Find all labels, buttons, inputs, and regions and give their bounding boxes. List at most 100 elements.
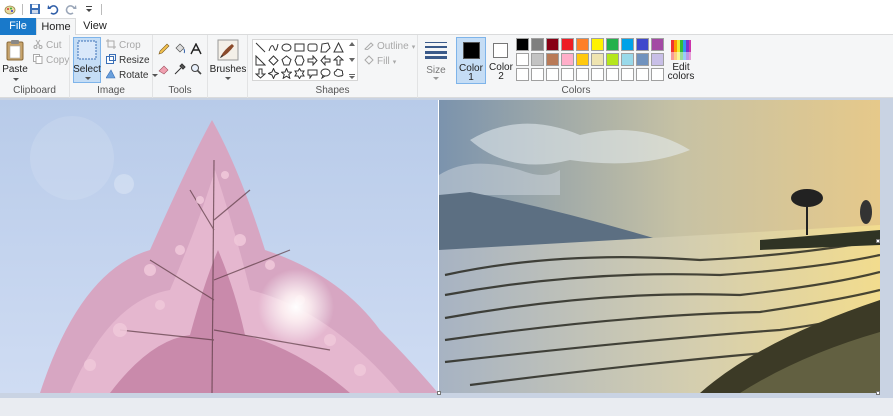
- fill-bucket-icon[interactable]: [174, 43, 186, 55]
- palette-swatch[interactable]: [576, 53, 589, 66]
- brushes-dropdown-icon: [225, 77, 231, 80]
- qat-divider: [22, 3, 23, 15]
- rotate-button[interactable]: Rotate: [105, 69, 159, 82]
- canvas-resize-handle-right[interactable]: [876, 239, 880, 243]
- rounded-rectangle-shape-icon[interactable]: [306, 41, 318, 53]
- brushes-group: Brushes: [208, 35, 248, 98]
- fill-button[interactable]: Fill ▾: [364, 55, 396, 68]
- palette-swatch[interactable]: [516, 53, 529, 66]
- hexagon-shape-icon[interactable]: [293, 54, 305, 66]
- color-palette: [516, 38, 666, 84]
- color1-label-line2: 1: [468, 72, 474, 83]
- palette-swatch[interactable]: [621, 53, 634, 66]
- select-label: Select: [73, 64, 101, 75]
- outline-button[interactable]: Outline ▾: [364, 40, 415, 53]
- four-point-star-shape-icon[interactable]: [267, 67, 279, 79]
- copy-icon: [33, 54, 43, 67]
- palette-swatch[interactable]: [546, 38, 559, 51]
- text-icon[interactable]: [190, 43, 202, 55]
- edit-colors-button[interactable]: Edit colors: [666, 37, 696, 84]
- undo-icon[interactable]: [47, 3, 59, 15]
- palette-swatch[interactable]: [561, 38, 574, 51]
- shapes-scroll-icon[interactable]: [348, 42, 356, 79]
- palette-swatch[interactable]: [531, 53, 544, 66]
- eraser-icon[interactable]: [158, 63, 170, 75]
- down-arrow-shape-icon[interactable]: [254, 67, 266, 79]
- palette-swatch[interactable]: [651, 68, 664, 81]
- rectangle-shape-icon[interactable]: [293, 41, 305, 53]
- crop-button[interactable]: Crop: [106, 39, 141, 52]
- tools-group: Tools: [153, 35, 208, 98]
- shapes-group: Outline ▾ Fill ▾ Shapes: [248, 35, 418, 98]
- palette-swatch[interactable]: [531, 38, 544, 51]
- palette-swatch[interactable]: [636, 68, 649, 81]
- redo-icon[interactable]: [65, 3, 77, 15]
- triangle-shape-icon[interactable]: [332, 41, 344, 53]
- canvas-image: [0, 100, 881, 394]
- polygon-shape-icon[interactable]: [319, 41, 331, 53]
- palette-swatch[interactable]: [591, 68, 604, 81]
- brushes-button[interactable]: Brushes: [210, 38, 246, 84]
- tab-view[interactable]: View: [76, 18, 114, 35]
- image-group-label: Image: [97, 85, 125, 96]
- curve-shape-icon[interactable]: [267, 41, 279, 53]
- palette-swatch[interactable]: [516, 68, 529, 81]
- tab-file[interactable]: File: [0, 18, 36, 35]
- palette-swatch[interactable]: [606, 68, 619, 81]
- oval-callout-shape-icon[interactable]: [319, 67, 331, 79]
- palette-swatch[interactable]: [591, 53, 604, 66]
- copy-button[interactable]: Copy: [33, 54, 69, 67]
- palette-swatch[interactable]: [636, 53, 649, 66]
- six-point-star-shape-icon[interactable]: [293, 67, 305, 79]
- palette-swatch[interactable]: [561, 68, 574, 81]
- palette-swatch[interactable]: [531, 68, 544, 81]
- select-button[interactable]: Select: [73, 37, 101, 83]
- cut-button[interactable]: Cut: [33, 39, 62, 52]
- resize-button[interactable]: Resize: [106, 54, 150, 67]
- brush-icon: [217, 39, 239, 64]
- palette-swatch[interactable]: [591, 38, 604, 51]
- workspace: [0, 98, 893, 416]
- right-triangle-shape-icon[interactable]: [254, 54, 266, 66]
- palette-swatch[interactable]: [651, 38, 664, 51]
- size-dropdown-icon: [433, 77, 439, 80]
- rounded-callout-shape-icon[interactable]: [306, 67, 318, 79]
- canvas-resize-handle-bottom[interactable]: [437, 391, 441, 395]
- customize-qat-icon[interactable]: [83, 3, 95, 15]
- up-arrow-shape-icon[interactable]: [332, 54, 344, 66]
- five-point-star-shape-icon[interactable]: [280, 67, 292, 79]
- cloud-callout-shape-icon[interactable]: [332, 67, 344, 79]
- tab-home[interactable]: Home: [36, 18, 76, 36]
- line-shape-icon[interactable]: [254, 41, 266, 53]
- magnifier-icon[interactable]: [190, 63, 202, 75]
- palette-swatch[interactable]: [546, 68, 559, 81]
- size-button[interactable]: Size: [422, 39, 450, 83]
- drawing-canvas[interactable]: [0, 100, 881, 394]
- palette-swatch[interactable]: [546, 53, 559, 66]
- palette-swatch[interactable]: [561, 53, 574, 66]
- crop-label: Crop: [119, 40, 141, 51]
- palette-swatch[interactable]: [516, 38, 529, 51]
- pentagon-shape-icon[interactable]: [280, 54, 292, 66]
- image-group: Select Crop Resize Rotate Image: [70, 35, 159, 98]
- palette-swatch[interactable]: [621, 38, 634, 51]
- color1-button[interactable]: Color 1: [456, 37, 486, 84]
- left-arrow-shape-icon[interactable]: [319, 54, 331, 66]
- pencil-icon[interactable]: [158, 43, 170, 55]
- palette-swatch[interactable]: [651, 53, 664, 66]
- diamond-shape-icon[interactable]: [267, 54, 279, 66]
- paste-label: Paste: [2, 64, 28, 75]
- palette-swatch[interactable]: [606, 53, 619, 66]
- palette-swatch[interactable]: [576, 68, 589, 81]
- palette-swatch[interactable]: [636, 38, 649, 51]
- color2-button[interactable]: Color 2: [486, 37, 516, 84]
- palette-swatch[interactable]: [621, 68, 634, 81]
- save-icon[interactable]: [29, 3, 41, 15]
- oval-shape-icon[interactable]: [280, 41, 292, 53]
- palette-swatch[interactable]: [606, 38, 619, 51]
- right-arrow-shape-icon[interactable]: [306, 54, 318, 66]
- paste-button[interactable]: Paste: [2, 38, 28, 84]
- palette-swatch[interactable]: [576, 38, 589, 51]
- color-picker-icon[interactable]: [174, 63, 186, 75]
- canvas-resize-handle-corner[interactable]: [876, 391, 880, 395]
